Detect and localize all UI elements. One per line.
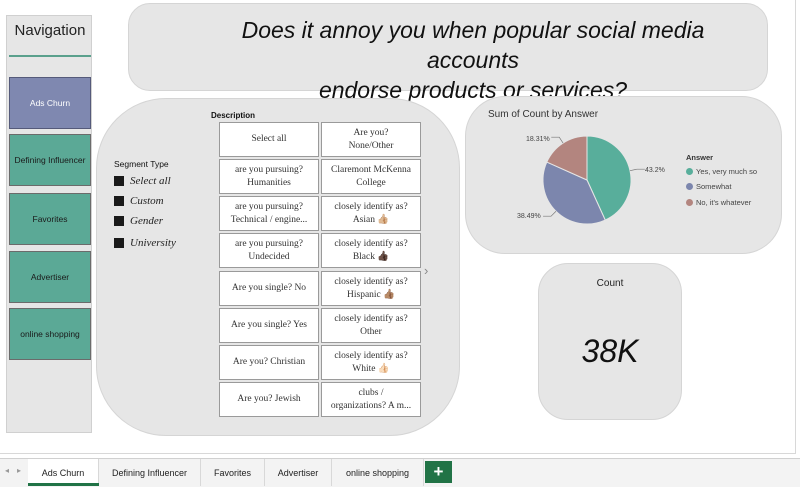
nav-button-advertiser[interactable]: Advertiser [9, 251, 91, 303]
segment-option-label: Custom [130, 195, 164, 207]
legend-label: Somewhat [696, 182, 732, 191]
segment-option-university[interactable]: University [114, 236, 176, 250]
chevron-left-icon[interactable]: ◂ [5, 466, 9, 475]
active-tab-indicator [28, 483, 99, 486]
legend-label: No, it's whatever [696, 198, 752, 207]
description-tile[interactable]: are you pursuing? Technical / engine... [219, 196, 319, 231]
tile-line: Select all [251, 134, 287, 145]
description-tile[interactable]: closely identify as? White 👍🏻 [321, 345, 421, 380]
pie-leader-line [551, 136, 564, 144]
tab-ads-churn[interactable]: Ads Churn [28, 459, 99, 486]
tab-defining-influencer[interactable]: Defining Influencer [99, 459, 201, 486]
pie-chart-title: Sum of Count by Answer [488, 109, 599, 120]
card-value: 38K [581, 333, 639, 369]
chevron-right-icon[interactable]: ▸ [17, 466, 21, 475]
tile-line: organizations? A m... [330, 400, 412, 411]
tab-advertiser[interactable]: Advertiser [265, 459, 332, 486]
tile-line: closely identify as? [334, 313, 408, 324]
page-title-line-1: Does it annoy you when popular social me… [241, 17, 705, 73]
tile-line: Are you? [353, 127, 389, 138]
card-label: Count [596, 278, 624, 289]
tile-line: closely identify as? [334, 201, 408, 212]
navigation-panel: Navigation Ads Churn Defining Influencer… [6, 15, 92, 433]
tile-line: are you pursuing? [234, 164, 304, 175]
tile-line: Black 👍🏿 [352, 251, 390, 262]
title-banner: Does it annoy you when popular social me… [128, 3, 768, 103]
pie-data-label: 38.49% [517, 213, 541, 220]
pie-leader-line [629, 168, 645, 172]
tile-line: are you pursuing? [234, 201, 304, 212]
description-tile[interactable]: closely identify as? Black 👍🏿 [321, 233, 421, 268]
tile-line: White 👍🏻 [352, 363, 390, 374]
add-page-button[interactable]: + [425, 461, 452, 483]
description-tile[interactable]: closely identify as? Other [321, 308, 421, 343]
tile-line: Humanities [247, 177, 291, 188]
tile-line: Are you single? Yes [231, 320, 307, 331]
tile-line: College [356, 177, 386, 188]
description-tile[interactable]: clubs / organizations? A m... [321, 382, 421, 417]
description-tile[interactable]: closely identify as? Hispanic 👍🏽 [321, 271, 421, 306]
legend-item[interactable]: Yes, very much so [686, 167, 757, 176]
nav-button-online-shopping[interactable]: online shopping [9, 308, 91, 360]
legend-marker [686, 168, 693, 175]
description-tile[interactable]: are you pursuing? Undecided [219, 233, 319, 268]
segment-option-select-all[interactable]: Select all [114, 174, 171, 188]
description-tile[interactable]: closely identify as? Asian 👍🏼 [321, 196, 421, 231]
segment-option-label: Select all [130, 175, 171, 187]
pie-data-label: 18.31% [526, 136, 550, 143]
legend-marker [686, 183, 693, 190]
segment-option-label: Gender [130, 215, 163, 227]
tile-line: Hispanic 👍🏽 [347, 289, 395, 300]
description-tile[interactable]: Are you single? Yes [219, 308, 319, 343]
segment-option-gender[interactable]: Gender [114, 214, 163, 228]
legend-item[interactable]: No, it's whatever [686, 198, 751, 207]
segment-option-label: University [130, 237, 176, 249]
tile-line: Claremont McKenna [331, 164, 411, 175]
legend-title: Answer [686, 153, 714, 162]
tile-line: closely identify as? [334, 276, 408, 287]
description-tile[interactable]: Are you? Jewish [219, 382, 319, 417]
description-tile[interactable]: Are you? Christian [219, 345, 319, 380]
description-tile[interactable]: Are you? None/Other [321, 122, 421, 157]
checkbox[interactable] [114, 216, 124, 226]
tab-online-shopping[interactable]: online shopping [332, 459, 424, 486]
checkbox[interactable] [114, 238, 124, 248]
checkbox[interactable] [114, 176, 124, 186]
tile-line: Technical / engine... [230, 214, 308, 225]
description-slicer-title: Description [211, 111, 256, 120]
nav-button-ads-churn[interactable]: Ads Churn [9, 77, 91, 129]
segment-type-title: Segment Type [114, 159, 169, 169]
description-tile[interactable]: Select all [219, 122, 319, 157]
pie-leader-line [543, 210, 557, 217]
tile-line: Are you? Jewish [237, 394, 301, 405]
tile-line: Asian 👍🏼 [352, 214, 390, 225]
navigation-title: Navigation [14, 22, 86, 39]
chevron-right-icon[interactable]: › [424, 263, 428, 278]
navigation-divider [9, 55, 91, 57]
checkbox[interactable] [114, 196, 124, 206]
nav-button-favorites[interactable]: Favorites [9, 193, 91, 245]
segment-option-custom[interactable]: Custom [114, 194, 164, 208]
nav-button-defining-influencer[interactable]: Defining Influencer [9, 134, 91, 186]
legend-label: Yes, very much so [696, 167, 757, 176]
tile-line: Undecided [248, 251, 290, 262]
tile-line: Other [360, 326, 382, 337]
tile-line: Are you? Christian [232, 357, 306, 368]
tile-line: None/Other [348, 140, 394, 151]
description-tile[interactable]: Are you single? No [219, 271, 319, 306]
page-title: Does it annoy you when popular social me… [129, 16, 767, 106]
pie-data-label: 43.2% [645, 167, 665, 174]
legend-item[interactable]: Somewhat [686, 182, 731, 191]
legend-marker [686, 199, 693, 206]
tab-favorites[interactable]: Favorites [201, 459, 265, 486]
description-tile[interactable]: Claremont McKenna College [321, 159, 421, 194]
tile-line: closely identify as? [334, 350, 408, 361]
tile-line: Are you single? No [231, 283, 307, 294]
tile-line: clubs / [358, 387, 384, 398]
tile-line: closely identify as? [334, 238, 408, 249]
description-tile[interactable]: are you pursuing? Humanities [219, 159, 319, 194]
tile-line: are you pursuing? [234, 238, 304, 249]
